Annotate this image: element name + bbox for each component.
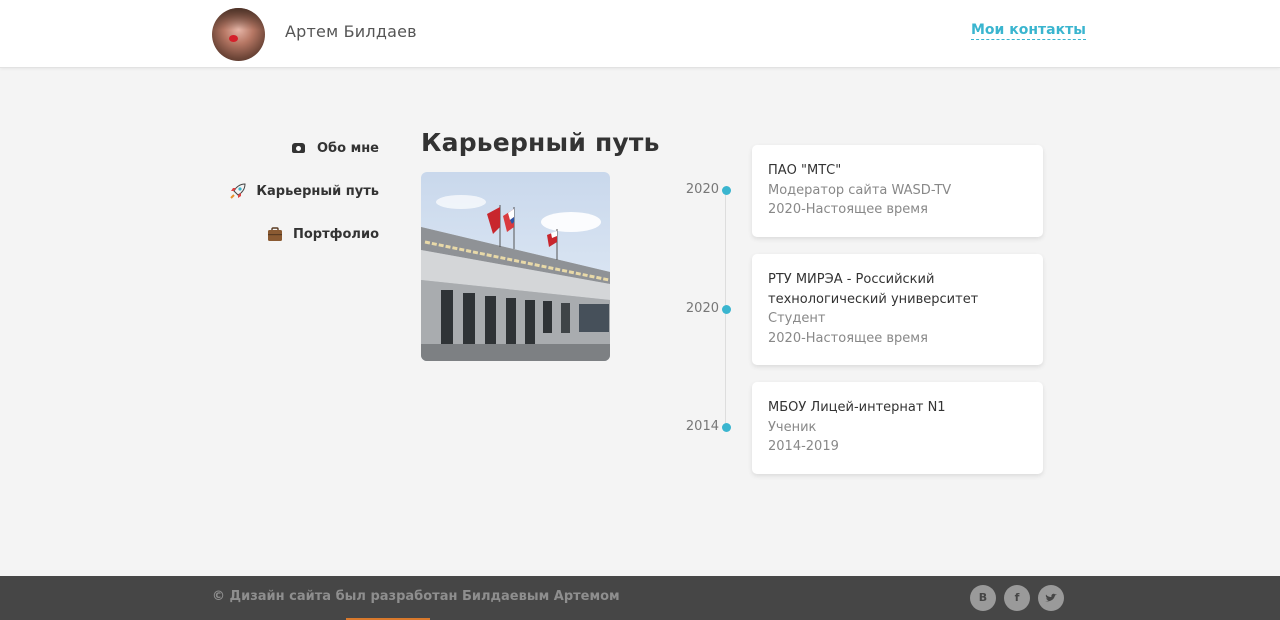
timeline-dot <box>722 305 731 314</box>
nav-item-about[interactable]: Обо мне <box>291 138 379 158</box>
site-footer: © Дизайн сайта был разработан Билдаевым … <box>0 576 1280 620</box>
twitter-icon[interactable] <box>1038 585 1064 611</box>
timeline-year: 2020 <box>685 182 719 197</box>
university-photo <box>421 172 610 361</box>
card-role: Студент <box>768 311 826 326</box>
avatar-hair <box>212 8 265 30</box>
site-header: Артем Билдаев Мои контакты <box>0 0 1280 68</box>
card-organization: РТУ МИРЭА - Российский технологический у… <box>768 272 979 307</box>
rocket-icon <box>230 183 246 199</box>
facebook-icon[interactable]: f <box>1004 585 1030 611</box>
vk-icon[interactable]: B <box>970 585 996 611</box>
nav-item-label: Карьерный путь <box>256 183 379 199</box>
contacts-link[interactable]: Мои контакты <box>971 22 1086 40</box>
card-period: 2014-2019 <box>768 439 839 454</box>
card-period: 2020-Настоящее время <box>768 202 928 217</box>
card-role: Модератор сайта WASD-TV <box>768 182 952 198</box>
avatar-mouth <box>229 35 238 42</box>
timeline-card: РТУ МИРЭА - Российский технологический у… <box>752 254 1043 365</box>
card-organization: ПАО "МТС" <box>768 163 842 178</box>
timeline-card: ПАО "МТС" Модератор сайта WASD-TV 2020-Н… <box>752 145 1043 237</box>
card-role: Ученик <box>768 419 817 435</box>
card-organization: МБОУ Лицей-интернат N1 <box>768 400 946 415</box>
card-period: 2020-Настоящее время <box>768 330 928 346</box>
timeline-year: 2020 <box>685 301 719 316</box>
timeline-card: МБОУ Лицей-интернат N1 Ученик 2014-2019 <box>752 382 1043 474</box>
timeline-year: 2014 <box>685 419 719 434</box>
header-name: Артем Билдаев <box>285 22 417 41</box>
timeline-dot <box>722 186 731 195</box>
phone-icon <box>291 140 307 156</box>
nav-item-portfolio[interactable]: Портфолио <box>267 224 379 244</box>
nav-item-career[interactable]: Карьерный путь <box>230 181 379 201</box>
footer-copyright: © Дизайн сайта был разработан Билдаевым … <box>212 589 620 604</box>
nav-item-label: Портфолио <box>292 226 379 242</box>
section-title: Карьерный путь <box>421 128 660 157</box>
briefcase-icon <box>267 226 283 242</box>
avatar <box>212 8 265 61</box>
nav-item-label: Обо мне <box>316 140 379 156</box>
timeline-dot <box>722 423 731 432</box>
